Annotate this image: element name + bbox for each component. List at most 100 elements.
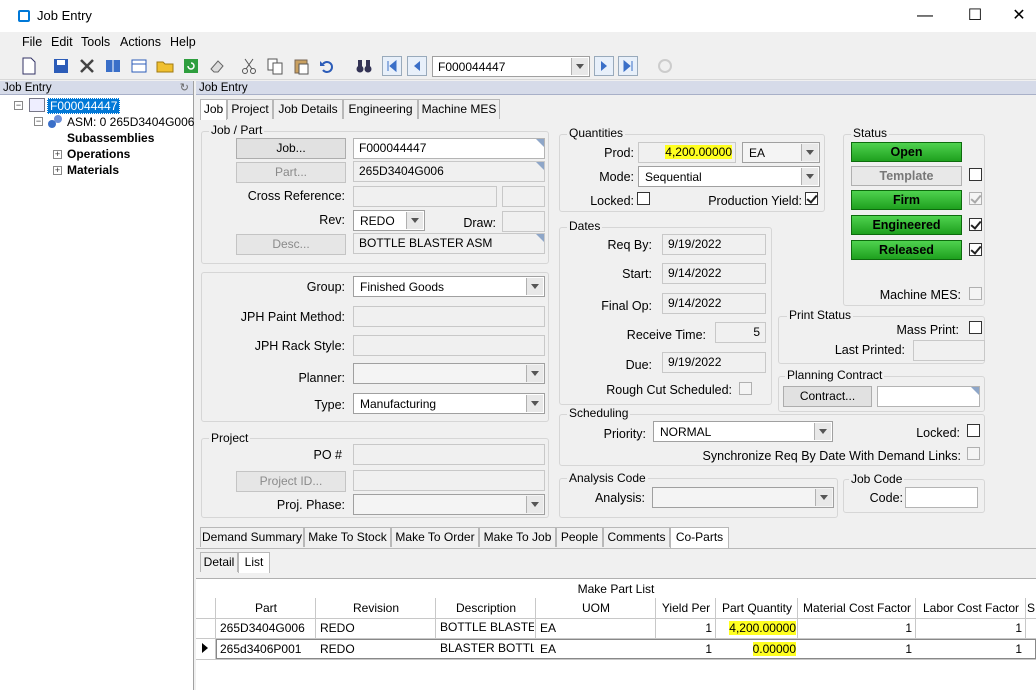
- row1-labor-cost[interactable]: 1: [916, 621, 1022, 635]
- template-button[interactable]: Template: [851, 166, 962, 186]
- collapse-icon[interactable]: −: [34, 117, 43, 126]
- collapse-icon[interactable]: −: [14, 101, 23, 110]
- code-field[interactable]: [905, 487, 978, 508]
- row2-yield-per[interactable]: 1: [656, 642, 712, 656]
- tree-node-operations[interactable]: Operations: [67, 147, 130, 161]
- po-field[interactable]: [353, 444, 545, 465]
- chevron-down-icon[interactable]: [526, 395, 543, 412]
- rev-combo[interactable]: REDO: [353, 210, 425, 231]
- part-field[interactable]: 265D3404G006: [353, 161, 545, 182]
- copy-icon[interactable]: [266, 57, 284, 75]
- final-op-field[interactable]: 9/14/2022: [662, 293, 766, 314]
- tab-people[interactable]: People: [556, 527, 603, 547]
- menu-edit[interactable]: Edit: [51, 35, 73, 49]
- tab-comments[interactable]: Comments: [603, 527, 670, 547]
- row1-uom[interactable]: EA: [540, 621, 654, 635]
- row1-yield-per[interactable]: 1: [656, 621, 712, 635]
- col-header-material-cost-factor[interactable]: Material Cost Factor: [798, 601, 916, 615]
- job-record-combo[interactable]: F000044447: [432, 56, 590, 77]
- planner-combo[interactable]: [353, 363, 545, 384]
- col-header-uom[interactable]: UOM: [536, 601, 656, 615]
- col-header-labor-cost-factor[interactable]: Labor Cost Factor: [916, 601, 1026, 615]
- row2-part[interactable]: 265d3406P001: [220, 642, 314, 656]
- production-yield-checkbox[interactable]: [805, 192, 818, 205]
- engineered-checkbox[interactable]: [969, 218, 982, 231]
- project-id-button[interactable]: Project ID...: [236, 471, 346, 492]
- minimize-button[interactable]: —: [902, 0, 948, 32]
- maximize-button[interactable]: ☐: [952, 0, 998, 32]
- tree-node-asm[interactable]: ASM: 0 265D3404G006: [67, 115, 194, 129]
- row1-material-cost[interactable]: 1: [798, 621, 912, 635]
- chevron-down-icon[interactable]: [814, 423, 831, 440]
- engineered-button[interactable]: Engineered: [851, 215, 962, 235]
- draw-field[interactable]: [502, 211, 545, 232]
- tab-co-parts[interactable]: Co-Parts: [670, 527, 729, 548]
- open-button[interactable]: Open: [851, 142, 962, 162]
- col-header-s[interactable]: S: [1027, 601, 1036, 615]
- tab-make-to-job[interactable]: Make To Job: [479, 527, 556, 547]
- col-header-revision[interactable]: Revision: [316, 601, 436, 615]
- sched-locked-checkbox[interactable]: [967, 424, 980, 437]
- target-icon[interactable]: [656, 57, 674, 75]
- new-icon[interactable]: [20, 57, 38, 75]
- chevron-down-icon[interactable]: [526, 496, 543, 513]
- tab-job[interactable]: Job: [200, 99, 227, 120]
- book-icon[interactable]: [104, 57, 122, 75]
- released-button[interactable]: Released: [851, 240, 962, 260]
- tab-demand-summary[interactable]: Demand Summary: [200, 527, 304, 547]
- rough-cut-checkbox[interactable]: [739, 382, 752, 395]
- firm-button[interactable]: Firm: [851, 190, 962, 210]
- group-combo[interactable]: Finished Goods: [353, 276, 545, 297]
- grid-view-icon[interactable]: [130, 57, 148, 75]
- last-printed-field[interactable]: [913, 340, 985, 361]
- cut-icon[interactable]: [240, 57, 258, 75]
- chevron-down-icon[interactable]: [801, 144, 818, 161]
- sync-req-checkbox[interactable]: [967, 447, 980, 460]
- expand-icon[interactable]: +: [53, 166, 62, 175]
- row2-revision[interactable]: REDO: [320, 642, 434, 656]
- contract-button[interactable]: Contract...: [783, 386, 872, 407]
- tab-job-details[interactable]: Job Details: [273, 99, 343, 119]
- refresh-icon[interactable]: [182, 57, 200, 75]
- desc-button[interactable]: Desc...: [236, 234, 346, 255]
- folder-icon[interactable]: [156, 57, 174, 75]
- start-field[interactable]: 9/14/2022: [662, 263, 766, 284]
- chevron-down-icon[interactable]: [406, 212, 423, 229]
- row2-description[interactable]: BLASTER BOTTL: [440, 641, 534, 655]
- job-field[interactable]: F000044447: [353, 138, 545, 159]
- tab-machine-mes[interactable]: Machine MES: [418, 99, 500, 119]
- row2-material-cost[interactable]: 1: [798, 642, 912, 656]
- last-record-button[interactable]: [618, 56, 638, 76]
- row1-description[interactable]: BOTTLE BLASTE: [440, 620, 534, 634]
- contract-field[interactable]: [877, 386, 980, 407]
- tree-node-subassemblies[interactable]: Subassemblies: [67, 131, 154, 145]
- chevron-down-icon[interactable]: [801, 168, 818, 185]
- menu-file[interactable]: File: [22, 35, 42, 49]
- menu-tools[interactable]: Tools: [81, 35, 110, 49]
- description-field[interactable]: BOTTLE BLASTER ASM: [353, 233, 545, 254]
- tab-list[interactable]: List: [238, 552, 270, 573]
- tab-detail[interactable]: Detail: [200, 552, 238, 572]
- undo-icon[interactable]: [318, 57, 336, 75]
- row2-labor-cost[interactable]: 1: [916, 642, 1022, 656]
- chevron-down-icon[interactable]: [526, 278, 543, 295]
- mass-print-checkbox[interactable]: [969, 321, 982, 334]
- prev-record-button[interactable]: [407, 56, 427, 76]
- rack-style-field[interactable]: [353, 335, 545, 356]
- job-button[interactable]: Job...: [236, 138, 346, 159]
- col-header-yield-per[interactable]: Yield Per: [656, 601, 716, 615]
- close-button[interactable]: ✕: [996, 0, 1036, 32]
- req-by-field[interactable]: 9/19/2022: [662, 234, 766, 255]
- machine-mes-checkbox[interactable]: [969, 287, 982, 300]
- chevron-down-icon[interactable]: [571, 58, 588, 75]
- menu-help[interactable]: Help: [170, 35, 196, 49]
- expand-icon[interactable]: +: [53, 150, 62, 159]
- paste-icon[interactable]: [292, 57, 310, 75]
- part-button[interactable]: Part...: [236, 162, 346, 183]
- menu-actions[interactable]: Actions: [120, 35, 161, 49]
- released-checkbox[interactable]: [969, 243, 982, 256]
- binoculars-icon[interactable]: [355, 57, 373, 75]
- col-header-part-quantity[interactable]: Part Quantity: [716, 601, 798, 615]
- eraser-icon[interactable]: [208, 57, 226, 75]
- row1-part-quantity[interactable]: 4,200.00000: [716, 621, 796, 635]
